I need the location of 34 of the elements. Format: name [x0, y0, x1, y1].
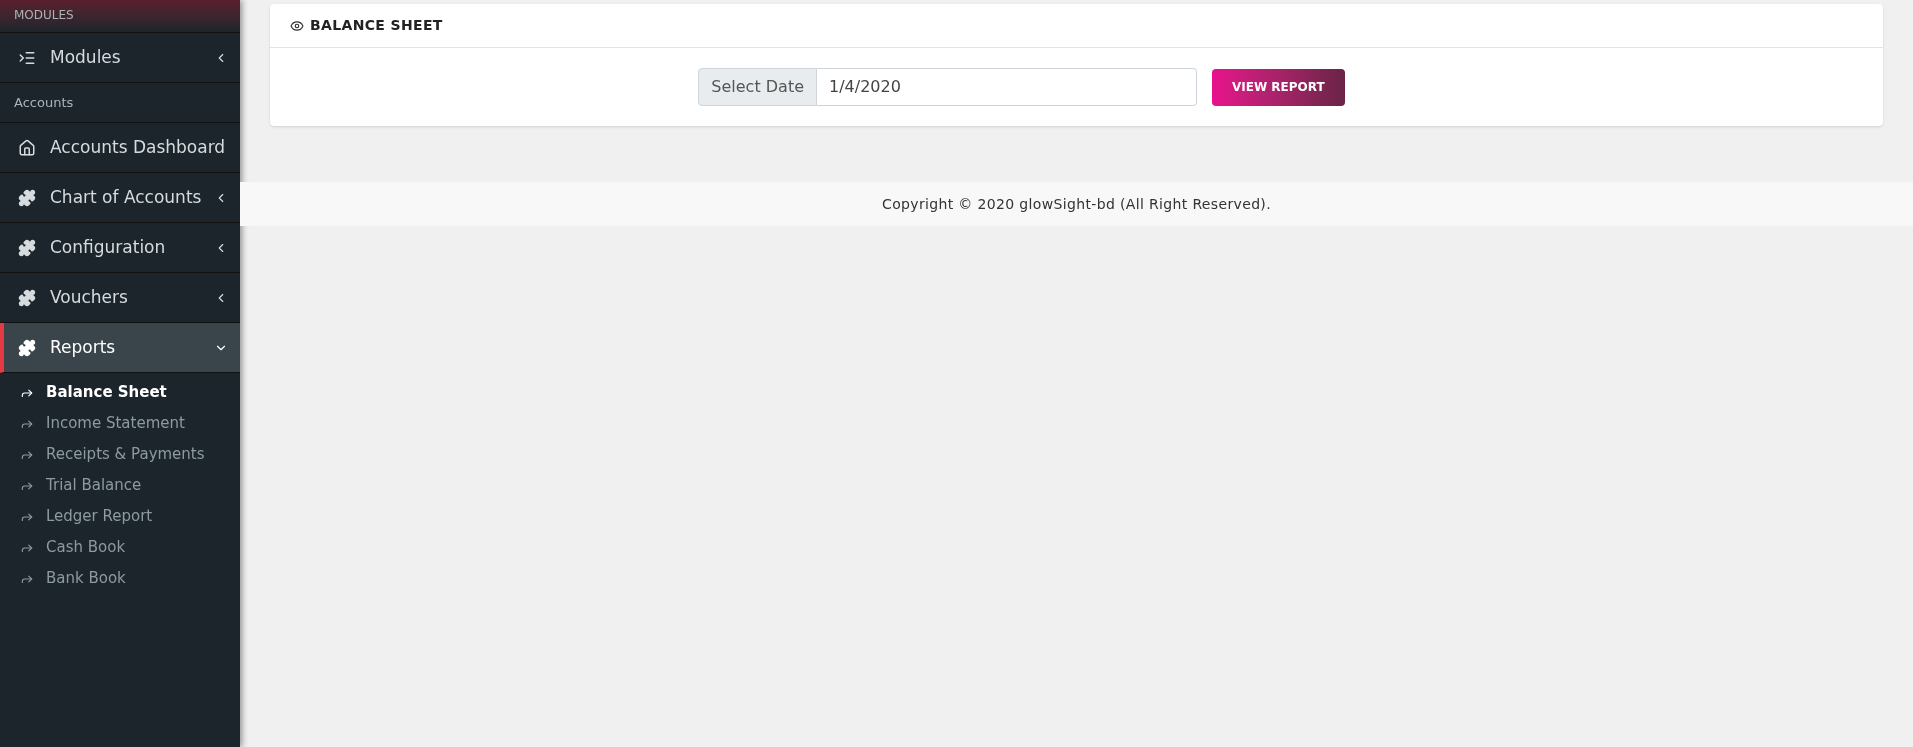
- submenu-label: Receipts & Payments: [46, 444, 205, 466]
- submenu-label: Bank Book: [46, 568, 126, 590]
- submenu-label: Income Statement: [46, 413, 185, 435]
- date-field[interactable]: 1/4/2020: [817, 68, 1197, 106]
- sidebar-item-label: Vouchers: [50, 285, 129, 309]
- submenu-item[interactable]: Bank Book: [0, 563, 240, 594]
- card-title: BALANCE SHEET: [310, 16, 443, 35]
- submenu-label: Trial Balance: [46, 475, 142, 497]
- section-heading: Accounts: [14, 93, 74, 112]
- sidebar-item-label: Modules: [50, 45, 122, 69]
- submenu-item[interactable]: Balance Sheet: [0, 377, 240, 408]
- eye-icon: [290, 18, 304, 33]
- sidebar-item-label: Chart of Accounts: [50, 185, 203, 209]
- date-label: Select Date: [698, 68, 817, 106]
- sidebar-item[interactable]: Modules: [0, 33, 240, 83]
- submenu-item[interactable]: Trial Balance: [0, 470, 240, 501]
- submenu-item[interactable]: Ledger Report: [0, 501, 240, 532]
- sidebar-item-label: Accounts Dashboard: [50, 135, 227, 159]
- submenu-item[interactable]: Income Statement: [0, 408, 240, 439]
- sidebar-item[interactable]: Configuration: [0, 223, 240, 273]
- submenu-label: Balance Sheet: [46, 382, 167, 404]
- sidebar-item[interactable]: Accounts Dashboard: [0, 123, 240, 173]
- section-heading: MODULES: [14, 8, 74, 22]
- submenu-label: Cash Book: [46, 537, 126, 559]
- copyright-text: Copyright © 2020 glowSight-bd (All Right Reserved).: [882, 194, 1271, 214]
- sidebar-item[interactable]: Reports: [0, 323, 240, 373]
- sidebar-item-label: Configuration: [50, 235, 167, 259]
- submenu-label: Ledger Report: [46, 506, 153, 528]
- submenu-item[interactable]: Cash Book: [0, 532, 240, 563]
- home-icon: [18, 138, 36, 157]
- sidebar-item[interactable]: Chart of Accounts: [0, 173, 240, 223]
- sidebar-item-label: Reports: [50, 335, 117, 359]
- submenu-item[interactable]: Receipts & Payments: [0, 439, 240, 470]
- view-report-button[interactable]: VIEW REPORT: [1212, 68, 1345, 106]
